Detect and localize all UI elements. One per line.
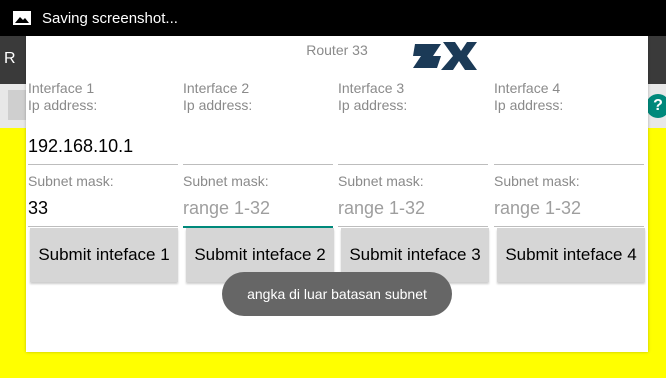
submit-interface-4-button[interactable]: Submit inteface 4 [497, 228, 645, 282]
status-bar: Saving screenshot... [0, 0, 666, 36]
subnet-underline [28, 226, 178, 227]
zx-logo-icon [411, 36, 477, 76]
ip-input[interactable] [494, 136, 646, 160]
app-title-partial: R [4, 50, 16, 67]
interface-header: Interface 4 [494, 80, 561, 96]
subnet-input[interactable]: 33 [28, 198, 180, 222]
image-icon [12, 10, 32, 26]
ip-input[interactable] [338, 136, 490, 160]
ip-label: Ip address: [28, 97, 98, 113]
subnet-label: Subnet mask: [338, 173, 424, 189]
interface-column-1: Interface 1 Ip address: 192.168.10.1 Sub… [28, 80, 180, 227]
toast-message: angka di luar batasan subnet [222, 272, 452, 316]
ip-input[interactable] [183, 136, 335, 160]
interface-column-3: Interface 3 Ip address: Subnet mask: ran… [338, 80, 490, 227]
interface-header: Interface 3 [338, 80, 405, 96]
ip-label: Ip address: [338, 97, 408, 113]
subnet-input[interactable]: range 1-32 [338, 198, 490, 222]
interface-column-4: Interface 4 Ip address: Subnet mask: ran… [494, 80, 646, 227]
subnet-label: Subnet mask: [28, 173, 114, 189]
notification-text: Saving screenshot... [42, 9, 178, 27]
subnet-input[interactable]: range 1-32 [494, 198, 646, 222]
help-icon[interactable]: ? [646, 94, 666, 118]
ip-label: Ip address: [494, 97, 564, 113]
subnet-input[interactable]: range 1-32 [183, 198, 335, 222]
interface-column-2: Interface 2 Ip address: Subnet mask: ran… [183, 80, 335, 228]
subnet-underline [338, 226, 488, 227]
dialog-title: Router 33 [306, 42, 368, 58]
submit-interface-1-button[interactable]: Submit inteface 1 [30, 228, 178, 282]
interface-header: Interface 2 [183, 80, 250, 96]
subnet-label: Subnet mask: [183, 173, 269, 189]
ip-label: Ip address: [183, 97, 253, 113]
background-button[interactable] [8, 90, 28, 120]
ip-input[interactable]: 192.168.10.1 [28, 136, 180, 160]
subnet-label: Subnet mask: [494, 173, 580, 189]
interface-header: Interface 1 [28, 80, 95, 96]
subnet-underline [494, 226, 644, 227]
